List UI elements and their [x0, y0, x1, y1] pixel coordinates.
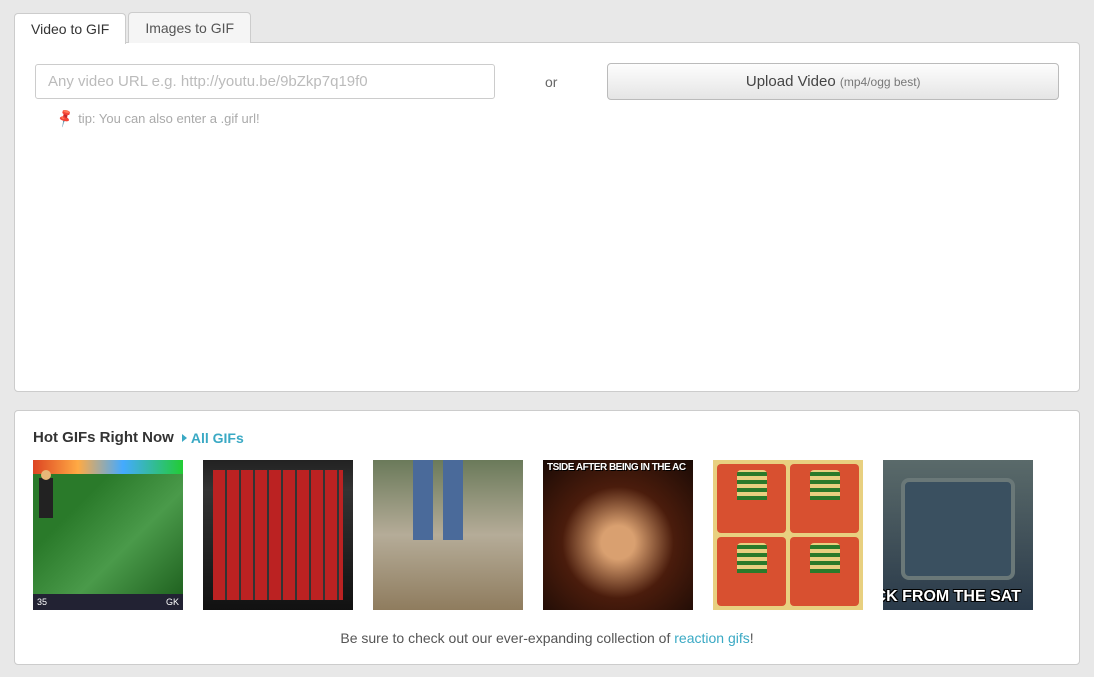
gif-thumbnail[interactable]: [713, 460, 863, 610]
gif-caption: TSIDE AFTER BEING IN THE AC: [543, 462, 693, 473]
reaction-gifs-link[interactable]: reaction gifs: [674, 630, 749, 646]
hot-gifs-panel: Hot GIFs Right Now All GIFs 35 GK TSIDE …: [14, 410, 1080, 665]
tab-bar: Video to GIF Images to GIF: [14, 12, 1080, 43]
pin-icon: 📌: [54, 107, 76, 129]
main-panel: or Upload Video (mp4/ogg best) 📌 tip: Yo…: [14, 42, 1080, 392]
all-gifs-link[interactable]: All GIFs: [182, 430, 244, 446]
all-gifs-label: All GIFs: [191, 430, 244, 446]
gif-thumbnail[interactable]: TSIDE AFTER BEING IN THE AC: [543, 460, 693, 610]
footer-prefix: Be sure to check out our ever-expanding …: [340, 630, 674, 646]
input-row: or Upload Video (mp4/ogg best): [35, 63, 1059, 100]
gif-thumbnail[interactable]: 35 GK: [33, 460, 183, 610]
footer-text: Be sure to check out our ever-expanding …: [33, 630, 1061, 646]
video-url-input[interactable]: [35, 64, 495, 99]
upload-note: (mp4/ogg best): [840, 75, 921, 89]
gif-caption: 35: [37, 597, 47, 607]
upload-video-button[interactable]: Upload Video (mp4/ogg best): [607, 63, 1059, 100]
tab-video-to-gif[interactable]: Video to GIF: [14, 13, 126, 44]
tip-row: 📌 tip: You can also enter a .gif url!: [57, 110, 1059, 126]
page-container: Video to GIF Images to GIF or Upload Vid…: [0, 0, 1094, 677]
gif-thumbnail[interactable]: [203, 460, 353, 610]
footer-suffix: !: [750, 630, 754, 646]
gif-thumbnail[interactable]: ACK FROM THE SAT: [883, 460, 1033, 610]
gif-caption: GK: [166, 597, 179, 607]
gif-thumbnail[interactable]: [373, 460, 523, 610]
hot-gifs-title: Hot GIFs Right Now: [33, 429, 174, 446]
tab-images-to-gif[interactable]: Images to GIF: [128, 12, 251, 43]
play-icon: [182, 434, 187, 442]
tip-text: tip: You can also enter a .gif url!: [78, 111, 259, 126]
gif-caption: ACK FROM THE SAT: [883, 588, 1033, 606]
or-separator: or: [495, 74, 607, 90]
hot-header: Hot GIFs Right Now All GIFs: [33, 429, 1061, 446]
upload-label: Upload Video: [746, 73, 840, 90]
gif-thumbnail-row: 35 GK TSIDE AFTER BEING IN THE AC ACK FR…: [33, 460, 1061, 610]
